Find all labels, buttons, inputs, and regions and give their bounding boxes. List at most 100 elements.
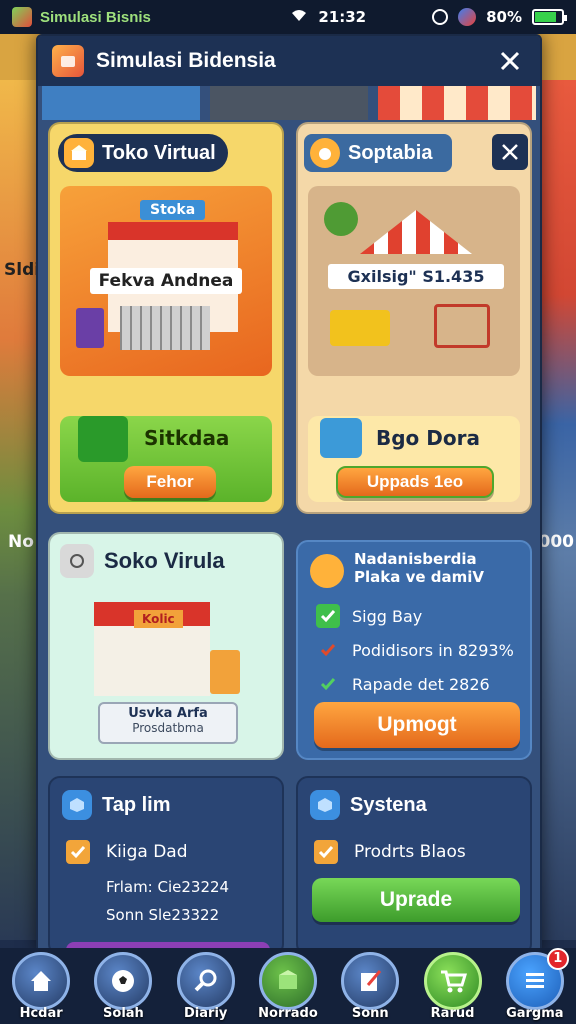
nav-item-rarud[interactable]: Rarud: [417, 951, 489, 1021]
upgrade-button[interactable]: Upmogt: [314, 702, 520, 748]
checkbox-checked-icon[interactable]: [314, 840, 338, 864]
card-tap-lim-line1: Frlam: Cie23224: [106, 878, 230, 896]
nav-item-hcdar[interactable]: Hcdar: [5, 951, 77, 1021]
wifi-icon: [290, 8, 308, 26]
checklist-item-label: Sigg Bay: [352, 606, 423, 626]
card-nadanisberdia[interactable]: Nadanisberdia Plaka ve damiV Sigg Bay Po…: [296, 540, 532, 760]
nav-label: Gargma: [506, 1005, 564, 1021]
card-toko-virtual[interactable]: Toko Virtual Stoka Fekva Andnea Sitkdaa …: [48, 122, 284, 514]
basket-icon: [78, 416, 128, 462]
card-systena[interactable]: Systena Prodrts Blaos Uprade: [296, 776, 532, 956]
card-soptabia-title: Soptabia: [304, 134, 453, 172]
nav-item-norrado[interactable]: Norrado: [252, 951, 324, 1021]
card-soko-virula[interactable]: Soko Virula Kolic Usvka Arfa Prosdatbma: [48, 532, 284, 760]
systena-upgrade-button[interactable]: Uprade: [312, 878, 520, 922]
edit-icon: [341, 951, 400, 1010]
cart-grid: [120, 306, 210, 350]
warning-icon: [310, 554, 344, 588]
shop-info-chip-line1: Usvka Arfa: [128, 706, 208, 721]
background-left-text-1: Sldi: [4, 260, 41, 280]
box-icon: [258, 951, 317, 1010]
checkbox-checked-icon[interactable]: [66, 840, 90, 864]
nav-label: Solah: [103, 1005, 144, 1021]
card-tap-lim-check: Kiiga Dad: [66, 840, 188, 864]
card-systena-title: Systena: [310, 790, 427, 820]
cube-icon: [310, 790, 340, 820]
checkmark-green-icon: [316, 672, 340, 696]
status-app-name: Simulasi Bisnis: [40, 8, 151, 26]
card-tap-lim-title: Tap lim: [62, 790, 171, 820]
nav-item-gargma[interactable]: 1 Gargma: [499, 947, 571, 1021]
shop-info-chip[interactable]: Usvka Arfa Prosdatbma: [98, 702, 238, 744]
card-tap-lim[interactable]: Tap lim Kiiga Dad Frlam: Cie23224 Sonn S…: [48, 776, 284, 956]
shop-info-chip-line2: Prosdatbma: [132, 721, 204, 735]
market-awning: [360, 210, 472, 254]
soccer-icon: [94, 951, 153, 1010]
modal-header: Simulasi Bidensia: [38, 36, 540, 86]
bottom-nav: Hcdar Solah Diariy Norrado Sonn Rarud 1 …: [0, 947, 576, 1024]
battery-percent: 80%: [486, 8, 522, 26]
modal-banner: [38, 86, 540, 120]
card-nadanisberdia-title-line1: Nadanisberdia: [354, 550, 477, 568]
notification-badge: 1: [546, 947, 569, 970]
card-soko-virula-title: Soko Virula: [60, 544, 225, 578]
nav-item-sonn[interactable]: Sonn: [334, 951, 406, 1021]
shop-sign: Kolic: [134, 610, 183, 628]
soptabia-upgrade-button[interactable]: Uppads 1eo: [336, 466, 494, 498]
nav-label: Norrado: [258, 1005, 318, 1021]
checkbox-checked-icon: [316, 604, 340, 628]
nav-item-diariy[interactable]: Diariy: [170, 951, 242, 1021]
checkmark-red-icon: [316, 638, 340, 662]
market-banner: Gxilsig" S1.435: [328, 264, 504, 289]
plant-icon: [324, 202, 358, 236]
status-right: 21:32 80%: [290, 8, 567, 26]
game-screen: Simulasi Bisnis 21:32 80% Sldi No 000 Si…: [0, 0, 576, 1024]
cube-icon: [62, 790, 92, 820]
checklist-item: Rapade det 2826: [316, 672, 514, 696]
sync-icon: [432, 9, 449, 25]
card-nadanisberdia-title-line2: Plaka ve damiV: [354, 568, 484, 586]
trash-bin: [76, 308, 104, 348]
status-time: 21:32: [318, 8, 367, 26]
register-icon: [320, 418, 362, 458]
safe-icon: [60, 544, 94, 578]
business-logo-icon: [52, 45, 84, 77]
card-systena-check: Prodrts Blaos: [314, 840, 466, 864]
nav-label: Sonn: [351, 1005, 389, 1021]
card-toko-virtual-title: Toko Virtual: [58, 134, 228, 172]
modal-close-button[interactable]: [494, 45, 526, 77]
store-icon: [64, 138, 94, 168]
card-toko-virtual-section-label: Sitkdaa: [144, 426, 230, 450]
store-banner: Fekva Andnea: [90, 268, 242, 294]
card-nadanisberdia-checklist: Sigg Bay Podidisors in 8293% Rapade det …: [316, 604, 514, 696]
nav-label: Rarud: [430, 1005, 475, 1021]
checklist-item-label: Rapade det 2826: [352, 674, 490, 694]
card-soptabia-section-label: Bgo Dora: [376, 426, 480, 450]
truck-icon: [330, 310, 390, 346]
market-illustration: Gxilsig" S1.435: [308, 186, 520, 376]
card-soptabia-close-button[interactable]: [492, 134, 528, 170]
bag-icon: [310, 138, 340, 168]
close-icon: [502, 144, 518, 160]
card-systena-check-label: Prodrts Blaos: [354, 842, 466, 862]
status-bar: Simulasi Bisnis 21:32 80%: [0, 0, 576, 34]
business-modal: Simulasi Bidensia Toko Virtual Stoka Fek…: [36, 34, 542, 956]
nav-label: Diariy: [184, 1005, 228, 1021]
card-soptabia[interactable]: Soptabia Gxilsig" S1.435 Bgo Dora Uppads…: [296, 122, 532, 514]
shopping-cart-icon: [434, 304, 490, 348]
card-tap-lim-line2: Sonn Sle23322: [106, 906, 220, 924]
toko-virtual-button[interactable]: Fehor: [124, 466, 216, 498]
home-icon: [12, 951, 71, 1010]
notification-icon: [458, 8, 477, 26]
checklist-item: Sigg Bay: [316, 604, 514, 628]
checklist-item-label: Podidisors in 8293%: [352, 640, 514, 660]
box-stack: [210, 650, 240, 694]
background-left-text-2: No: [8, 532, 34, 552]
cart-icon: [423, 951, 482, 1010]
store-illustration: Stoka Fekva Andnea: [60, 186, 272, 376]
nav-item-solah[interactable]: Solah: [87, 951, 159, 1021]
app-icon: [12, 7, 32, 27]
store-sign: Stoka: [140, 200, 206, 220]
card-tap-lim-check-label: Kiiga Dad: [106, 842, 188, 862]
checklist-item: Podidisors in 8293%: [316, 638, 514, 662]
